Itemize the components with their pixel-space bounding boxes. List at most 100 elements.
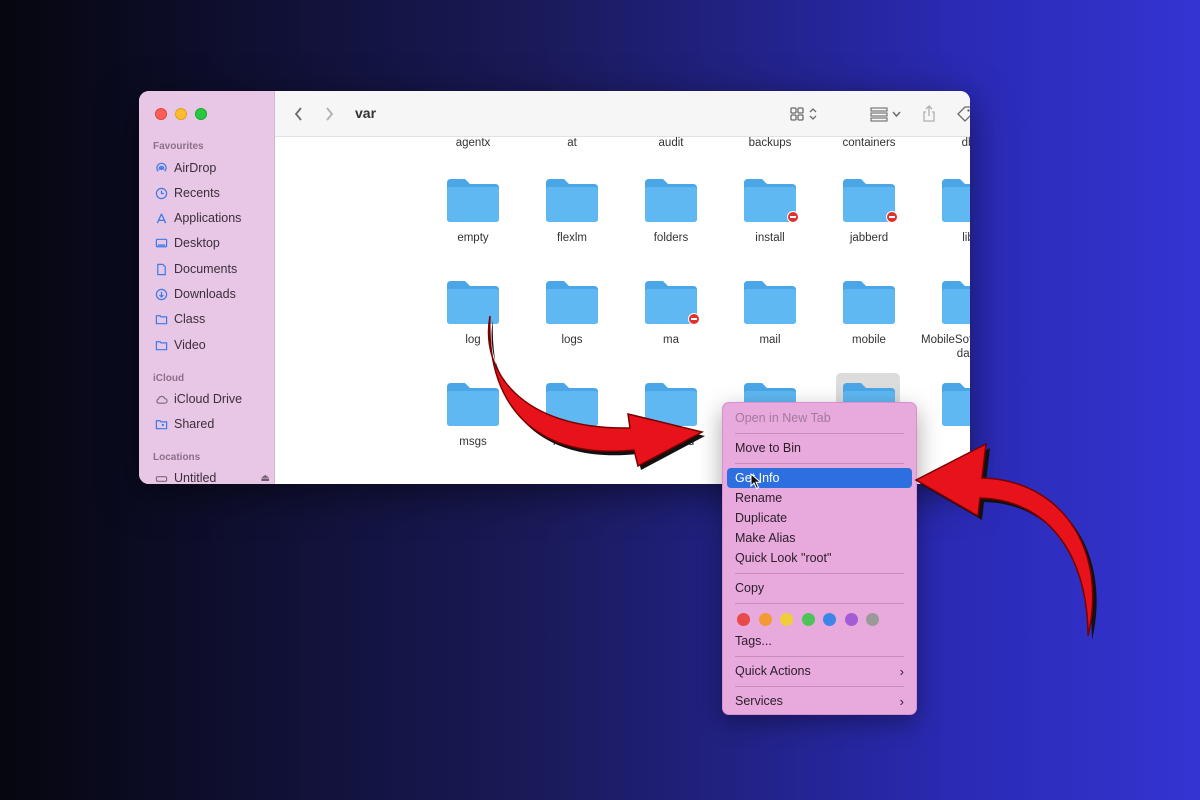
chevron-right-icon: › — [899, 693, 904, 709]
sidebar-item-desktop[interactable]: Desktop — [155, 233, 270, 253]
sidebar-item-label: Recents — [174, 186, 220, 200]
folder-item[interactable]: folders — [621, 177, 721, 245]
folder-label: lib — [962, 232, 970, 244]
airdrop-icon — [156, 162, 167, 172]
menu-separator — [735, 656, 904, 657]
folder-icon — [155, 340, 168, 350]
folder-label[interactable]: containers — [819, 137, 919, 149]
tag-color-dot[interactable] — [823, 613, 836, 626]
sidebar-item-untitled[interactable]: Untitled ⏏ — [155, 468, 270, 484]
folder-item[interactable]: lib — [918, 177, 970, 245]
menu-item-label: Quick Actions — [735, 664, 811, 678]
sidebar-item-documents[interactable]: Documents — [155, 259, 270, 279]
folder-icon — [445, 177, 501, 223]
group-button[interactable] — [870, 103, 901, 125]
mouse-pointer-icon — [750, 473, 762, 490]
chevron-right-icon: › — [899, 663, 904, 679]
folder-item[interactable]: jabberd — [819, 177, 919, 245]
folder-label[interactable]: audit — [621, 137, 721, 149]
sidebar-item-recents[interactable]: Recents — [155, 183, 270, 203]
chevron-right-icon — [326, 107, 334, 121]
menu-item-move-to-bin[interactable]: Move to Bin — [727, 438, 912, 458]
minimize-window-button[interactable] — [175, 108, 187, 120]
clock-icon — [155, 187, 168, 199]
sidebar-item-class[interactable]: Class — [155, 309, 270, 329]
folder-label: empty — [457, 232, 489, 244]
zoom-window-button[interactable] — [195, 108, 207, 120]
menu-item-tags[interactable]: Tags... — [727, 631, 912, 651]
menu-item-label: Rename — [735, 491, 783, 505]
folder-item[interactable]: install — [720, 177, 820, 245]
sidebar-item-shared[interactable]: Shared — [155, 414, 270, 434]
menu-item-duplicate[interactable]: Duplicate — [727, 508, 912, 528]
tag-color-dot[interactable] — [844, 613, 858, 626]
view-mode-button[interactable] — [789, 103, 817, 125]
cloud-icon — [156, 395, 168, 404]
folder-item[interactable] — [918, 381, 970, 427]
folder-item[interactable]: mail — [720, 279, 820, 347]
folder-item[interactable]: empty — [423, 177, 523, 245]
folder-item[interactable]: MobileSoftwareUpdate — [918, 279, 970, 361]
folder-icon — [940, 177, 970, 223]
menu-item-label: Copy — [735, 581, 765, 595]
close-window-button[interactable] — [155, 108, 167, 120]
menu-item-quick-actions[interactable]: Quick Actions › — [727, 661, 912, 681]
tag-color-dot[interactable] — [737, 613, 750, 626]
tag-button[interactable] — [956, 103, 970, 125]
menu-item-quick-look[interactable]: Quick Look "root" — [727, 548, 912, 568]
tag-color-dot[interactable] — [758, 613, 772, 626]
folder-label: jabberd — [849, 232, 889, 244]
menu-item-label: Move to Bin — [735, 441, 802, 455]
sidebar-item-label: Desktop — [174, 236, 220, 250]
menu-item-services[interactable]: Services › — [727, 691, 912, 711]
folder-icon — [742, 177, 799, 223]
tag-color-dot[interactable] — [866, 613, 879, 626]
desktop-icon — [155, 238, 168, 247]
icon-grid-icon — [790, 107, 804, 121]
sidebar-item-label: iCloud Drive — [174, 392, 243, 406]
folder-icon — [841, 279, 897, 325]
group-icon — [870, 107, 888, 122]
folder-label: mobile — [852, 334, 886, 346]
folder-icon — [742, 279, 798, 325]
menu-item-make-alias[interactable]: Make Alias — [727, 528, 912, 548]
menu-separator — [735, 603, 904, 604]
menu-item-label: Duplicate — [735, 511, 788, 525]
menu-separator — [735, 573, 904, 574]
sidebar-item-downloads[interactable]: Downloads — [155, 284, 270, 304]
download-icon — [155, 288, 168, 300]
sidebar-item-applications[interactable]: Applications — [155, 208, 270, 228]
sidebar-item-label: AirDrop — [174, 161, 217, 175]
sidebar-item-label: Class — [174, 312, 206, 326]
menu-item-label: Quick Look "root" — [735, 551, 832, 565]
folder-label[interactable]: backups — [720, 137, 820, 149]
sidebar-item-airdrop[interactable]: AirDrop — [155, 158, 270, 178]
tag-color-dot[interactable] — [801, 613, 815, 626]
disk-icon — [155, 475, 168, 482]
share-button[interactable] — [922, 103, 936, 125]
forward-button[interactable] — [323, 103, 335, 125]
menu-item-open-in-new-tab[interactable]: Open in New Tab — [727, 408, 912, 428]
menu-item-copy[interactable]: Copy — [727, 578, 912, 598]
back-button[interactable] — [293, 103, 305, 125]
sidebar-item-video[interactable]: Video — [155, 335, 270, 355]
menu-item-label: Services — [735, 694, 783, 708]
applications-icon — [156, 213, 167, 223]
share-icon — [923, 105, 935, 122]
chevron-down-icon — [892, 111, 901, 118]
eject-icon[interactable]: ⏏ — [261, 473, 270, 484]
tag-color-dot[interactable] — [780, 613, 793, 626]
sidebar-item-icloud-drive[interactable]: iCloud Drive — [155, 389, 270, 409]
folder-label: MobileSoftwareUpdate — [921, 334, 970, 360]
folder-item[interactable]: flexlm — [522, 177, 622, 245]
menu-item-rename[interactable]: Rename — [727, 488, 912, 508]
folder-label[interactable]: at — [522, 137, 622, 149]
folder-label: mail — [759, 334, 781, 346]
folder-label[interactable]: agentx — [423, 137, 523, 149]
folder-label[interactable]: db — [918, 137, 970, 149]
no-access-badge-icon — [886, 211, 898, 223]
updown-chevron-icon — [809, 108, 817, 120]
document-icon — [157, 263, 166, 275]
folder-item[interactable]: mobile — [819, 279, 919, 347]
chevron-left-icon — [294, 107, 302, 121]
